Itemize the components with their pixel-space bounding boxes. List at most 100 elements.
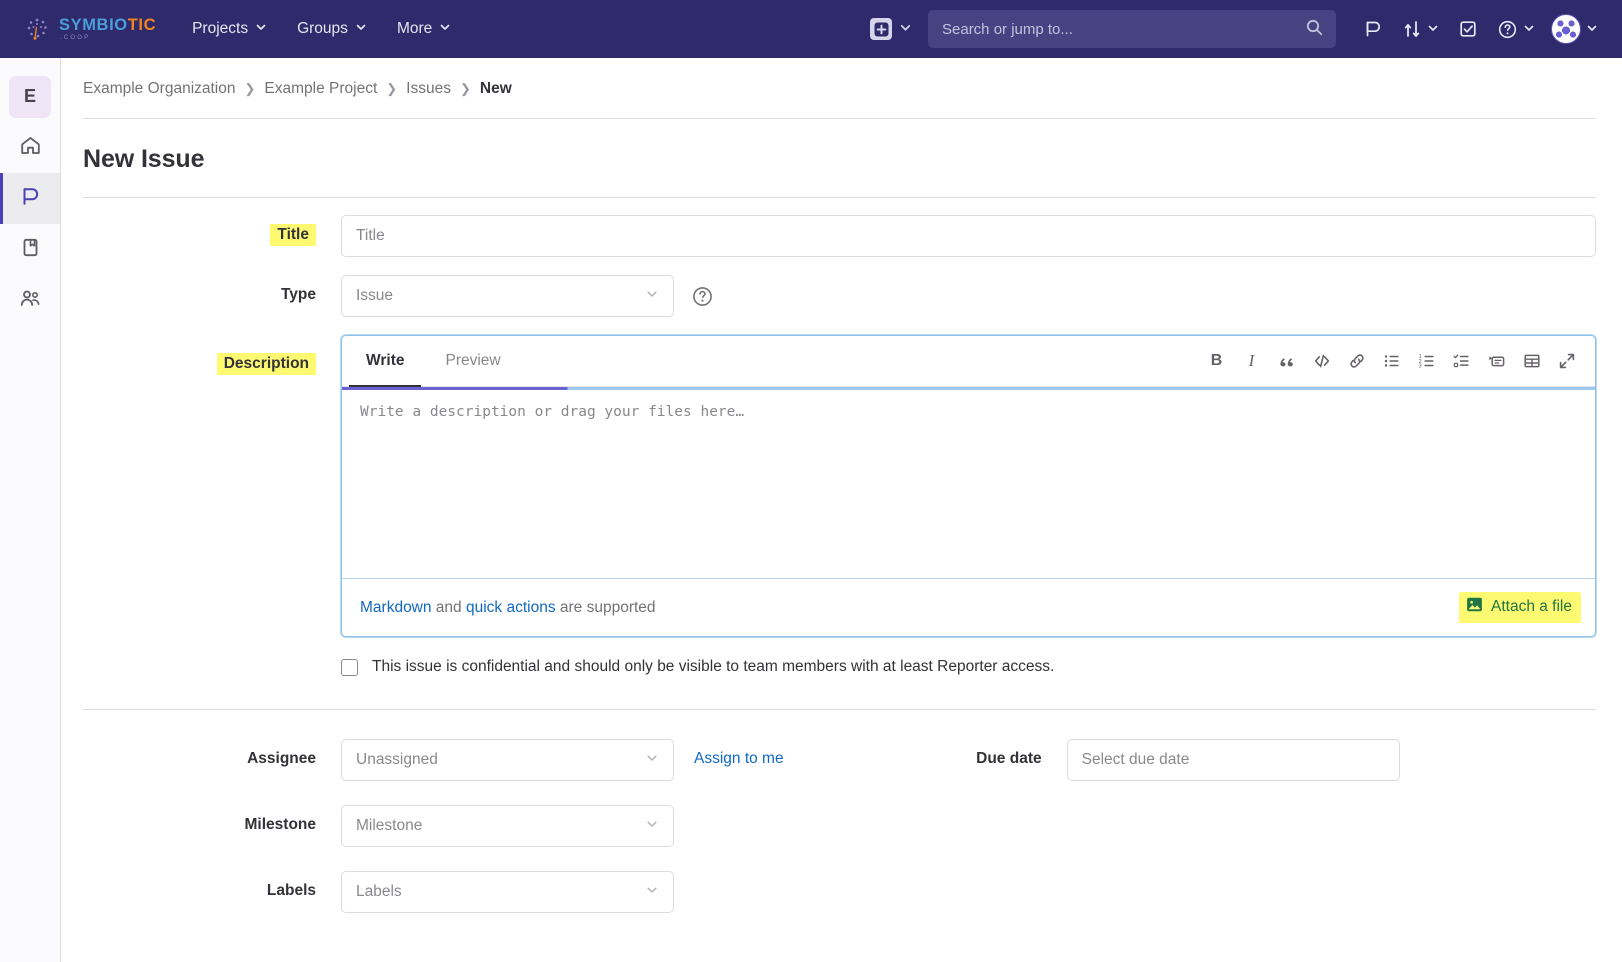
rail-item-members[interactable] [0,275,60,326]
tab-preview-label: Preview [445,352,501,369]
user-avatar [1551,14,1581,44]
breadcrumb-item-organization[interactable]: Example Organization [83,80,236,98]
italic-icon[interactable]: I [1237,347,1266,376]
user-menu[interactable] [1545,10,1604,48]
type-select[interactable]: Issue [341,275,674,317]
book-icon [19,236,42,263]
labels-select[interactable]: Labels [341,871,674,913]
members-icon [19,287,42,314]
numbered-list-icon[interactable]: 123 [1412,347,1441,376]
tab-write[interactable]: Write [349,336,422,387]
chevron-down-icon [645,751,659,770]
left-sidebar: E [0,58,61,962]
brand-logo[interactable]: SYMBIOTIC .COOP [24,16,156,42]
nav-more[interactable]: More [395,13,453,45]
image-icon [1466,596,1483,618]
supported-text: are supported [555,598,656,616]
chevron-down-icon [645,883,659,902]
milestone-select[interactable]: Milestone [341,805,674,847]
merge-requests-icon[interactable] [1396,10,1445,48]
editor-tabs: Write Preview [342,336,518,387]
search-icon[interactable] [1306,19,1323,40]
sidebar-context-avatar[interactable]: E [0,71,60,122]
markdown-toolbar: B I 1 2 3 [1202,347,1581,376]
due-date-label: Due date [976,750,1042,767]
breadcrumb-separator-icon: ❯ [459,81,471,96]
nav-groups[interactable]: Groups [295,13,369,45]
quote-icon[interactable] [1272,347,1301,376]
milestone-label: Milestone [244,816,316,833]
breadcrumb-item-issues[interactable]: Issues [406,80,451,98]
title-label-text: Title [270,224,316,246]
breadcrumb: Example Organization ❯ Example Project ❯… [83,58,1596,119]
chevron-down-icon [1586,21,1598,38]
primary-nav: Projects Groups More [190,13,453,45]
issues-icon[interactable] [1354,10,1392,48]
form-row-confidential: This issue is confidential and should on… [83,658,1596,676]
chevron-down-icon [255,20,267,38]
breadcrumb-item-project[interactable]: Example Project [264,80,377,98]
top-navbar: SYMBIOTIC .COOP Projects Groups More Sea… [0,0,1622,58]
form-row-milestone: Milestone Milestone [83,805,1596,847]
task-list-icon[interactable] [1447,347,1476,376]
chevron-down-icon [1523,21,1535,38]
rail-item-issues[interactable] [0,173,60,224]
bold-icon[interactable]: B [1202,347,1231,376]
chevron-down-icon[interactable] [899,21,912,38]
collapsible-section-icon[interactable] [1482,347,1511,376]
table-icon[interactable] [1517,347,1546,376]
brand-subtitle: .COOP [60,35,91,42]
title-input[interactable]: Title [341,215,1596,257]
description-label: Description [83,335,341,375]
navbar-actions [1354,10,1604,48]
description-editor: Write Preview B I 1 2 3 Write a descript… [341,335,1596,637]
description-label-text: Description [216,353,316,375]
rail-item-home[interactable] [0,122,60,173]
plus-square-icon[interactable] [870,18,892,40]
avatar: E [9,75,51,118]
milestone-value: Milestone [356,817,423,834]
nav-projects[interactable]: Projects [190,13,269,45]
form-row-description: Description Write Preview B I 1 2 3 Writ… [83,335,1596,637]
due-date-input[interactable]: Select due date [1066,739,1400,781]
confidential-label: This issue is confidential and should on… [372,658,1055,675]
main-content: Example Organization ❯ Example Project ❯… [61,58,1622,962]
search-placeholder: Search or jump to... [942,20,1073,38]
tab-write-label: Write [366,352,405,369]
form-row-assignee-duedate: Assignee Unassigned Assign to me Due dat… [83,739,1596,781]
attach-file-button[interactable]: Attach a file [1459,592,1581,623]
nav-more-label: More [396,20,433,37]
attach-file-label: Attach a file [1491,598,1572,615]
question-circle-icon[interactable] [691,285,714,308]
quick-actions-link[interactable]: quick actions [466,599,556,616]
create-new-group[interactable] [870,18,912,40]
markdown-help-text: Markdown and quick actions are supported [360,599,656,617]
assignee-select[interactable]: Unassigned [341,739,674,781]
tab-preview[interactable]: Preview [428,336,517,386]
page-title: New Issue [83,119,1596,198]
description-placeholder: Write a description or drag your files h… [360,404,745,420]
chevron-down-icon [645,817,659,836]
rail-item-repository[interactable] [0,224,60,275]
editor-footer: Markdown and quick actions are supported… [342,578,1595,636]
todos-icon[interactable] [1449,10,1487,48]
bullet-list-icon[interactable] [1377,347,1406,376]
description-textarea[interactable]: Write a description or drag your files h… [342,387,1595,578]
chevron-down-icon [439,20,451,38]
markdown-link[interactable]: Markdown [360,599,432,616]
fullscreen-icon[interactable] [1552,347,1581,376]
assign-to-me-link[interactable]: Assign to me [694,739,784,768]
search-input[interactable]: Search or jump to... [928,10,1336,48]
code-icon[interactable] [1307,347,1336,376]
brand-name-primary: SYMBIO [59,15,128,34]
help-icon[interactable] [1491,10,1541,48]
assignee-group: Assignee Unassigned Assign to me [83,739,784,781]
link-icon[interactable] [1342,347,1371,376]
due-date-group: Due date Select due date [887,739,1400,781]
title-placeholder: Title [356,227,385,244]
chevron-down-icon [1427,21,1439,38]
confidential-checkbox[interactable] [341,658,358,676]
svg-text:3: 3 [1418,364,1421,370]
chevron-down-icon [355,20,367,38]
labels-value: Labels [356,883,402,900]
